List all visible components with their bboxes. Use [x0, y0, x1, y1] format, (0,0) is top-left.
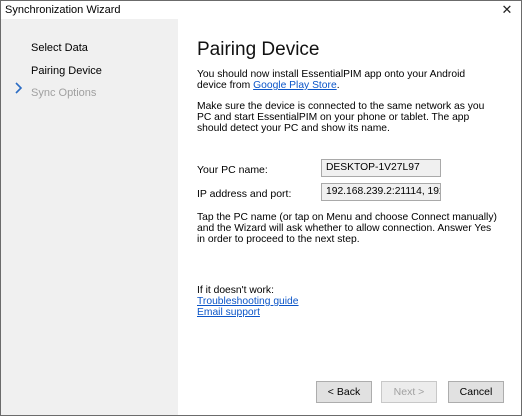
window-title: Synchronization Wizard [5, 4, 121, 16]
page-title: Pairing Device [197, 39, 320, 60]
steps-sidebar: Select Data Pairing Device Sync Options [1, 19, 178, 415]
install-instructions: You should now install EssentialPIM app … [197, 69, 497, 91]
next-button[interactable]: Next > [381, 381, 437, 403]
troubleshooting-guide-link-row: Troubleshooting guide [197, 296, 497, 307]
email-support-link[interactable]: Email support [197, 307, 260, 318]
step-pairing-device: Pairing Device [31, 65, 102, 77]
chevron-right-icon [15, 82, 23, 94]
ip-address-field[interactable]: 192.168.239.2:21114, 192.1 [321, 183, 441, 201]
help-prompt: If it doesn't work: [197, 285, 274, 296]
cancel-button[interactable]: Cancel [448, 381, 504, 403]
pc-name-field[interactable]: DESKTOP-1V27L97 [321, 159, 441, 177]
back-button[interactable]: < Back [316, 381, 372, 403]
content-panel: Pairing Device You should now install Es… [178, 19, 521, 415]
title-bar: Synchronization Wizard ✕ [1, 1, 521, 19]
step-sync-options: Sync Options [31, 87, 97, 99]
install-text-end: . [336, 80, 340, 91]
close-icon[interactable]: ✕ [493, 1, 521, 19]
wizard-window: Synchronization Wizard ✕ Select Data Pai… [0, 0, 522, 416]
troubleshooting-guide-link[interactable]: Troubleshooting guide [197, 296, 299, 307]
email-support-link-row: Email support [197, 307, 497, 318]
tap-instructions: Tap the PC name (or tap on Menu and choo… [197, 212, 497, 245]
google-play-link[interactable]: Google Play Store [253, 80, 337, 91]
step-select-data: Select Data [31, 42, 88, 54]
ip-address-label: IP address and port: [197, 188, 292, 200]
network-instructions: Make sure the device is connected to the… [197, 101, 485, 134]
pc-name-label: Your PC name: [197, 164, 268, 176]
